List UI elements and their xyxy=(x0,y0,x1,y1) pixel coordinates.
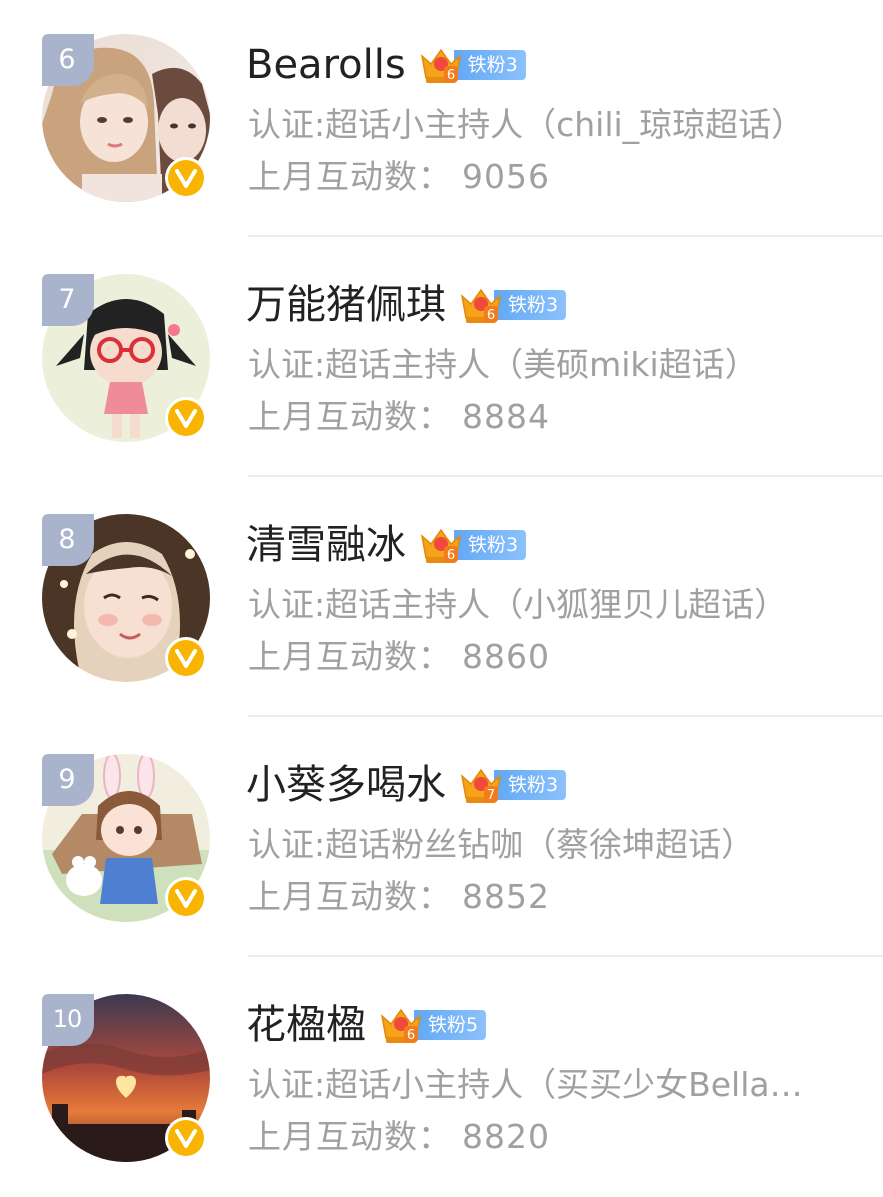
svg-text:6: 6 xyxy=(487,308,495,323)
fan-badge-label: 铁粉3 xyxy=(494,770,567,800)
svg-text:6: 6 xyxy=(447,68,455,83)
list-item-rank-6[interactable]: 6 Bearolls 6 铁粉3 认证:超话小主持人（chili_琼琼超话） 上… xyxy=(0,0,883,240)
interaction-count: 8852 xyxy=(462,877,550,916)
fan-level-badge: 6 铁粉3 xyxy=(418,524,527,566)
interaction-stat: 上月互动数： 8852 xyxy=(248,875,550,919)
fan-ranking-list: 6 Bearolls 6 铁粉3 认证:超话小主持人（chili_琼琼超话） 上… xyxy=(0,0,883,1197)
svg-text:7: 7 xyxy=(487,788,495,803)
rank-badge: 7 xyxy=(42,274,94,326)
stat-label: 上月互动数： xyxy=(248,1117,452,1156)
fan-level-badge: 6 铁粉5 xyxy=(378,1004,487,1046)
rank-badge: 8 xyxy=(42,514,94,566)
fan-level-badge: 7 铁粉3 xyxy=(458,764,567,806)
stat-label: 上月互动数： xyxy=(248,637,452,676)
certification-text: 认证:超话小主持人（chili_琼琼超话） xyxy=(248,105,805,144)
stat-label: 上月互动数： xyxy=(248,877,452,916)
interaction-count: 9056 xyxy=(462,157,550,196)
verified-v-icon xyxy=(164,636,208,680)
certification-text: 认证:超话小主持人（买买少女Bella… xyxy=(248,1065,803,1104)
list-item-rank-9[interactable]: 9 小葵多喝水 7 铁粉3 认证:超话粉丝钻咖（蔡徐坤超话） 上月互动数： 88… xyxy=(0,720,883,960)
user-name[interactable]: 万能猪佩琪 xyxy=(246,280,446,330)
divider xyxy=(248,475,883,477)
crown-level-icon: 6 xyxy=(458,284,504,326)
interaction-stat: 上月互动数： 8884 xyxy=(248,395,550,439)
svg-text:6: 6 xyxy=(447,548,455,563)
interaction-stat: 上月互动数： 8820 xyxy=(248,1115,550,1159)
verified-v-icon xyxy=(164,156,208,200)
rank-badge: 9 xyxy=(42,754,94,806)
fan-badge-label: 铁粉3 xyxy=(454,530,527,560)
list-item-rank-7[interactable]: 7 万能猪佩琪 6 铁粉3 认证:超话主持人（美硕miki超话） 上月互动数： … xyxy=(0,240,883,480)
fan-level-badge: 6 铁粉3 xyxy=(418,45,526,85)
user-name[interactable]: 花楹楹 xyxy=(246,1000,366,1050)
rank-badge: 10 xyxy=(42,994,94,1046)
svg-text:6: 6 xyxy=(407,1028,415,1043)
certification-text: 认证:超话主持人（美硕miki超话） xyxy=(248,345,758,384)
fan-badge-label: 铁粉3 xyxy=(453,50,526,80)
crown-level-icon: 6 xyxy=(418,524,464,566)
fan-badge-label: 铁粉3 xyxy=(494,290,567,320)
interaction-count: 8860 xyxy=(462,637,550,676)
divider xyxy=(248,235,883,237)
stat-label: 上月互动数： xyxy=(248,397,452,436)
crown-level-icon: 6 xyxy=(418,44,464,86)
interaction-stat: 上月互动数： 8860 xyxy=(248,635,550,679)
interaction-count: 8820 xyxy=(462,1117,550,1156)
divider xyxy=(248,715,883,717)
divider xyxy=(248,955,883,957)
verified-v-icon xyxy=(164,876,208,920)
list-item-rank-10[interactable]: 10 花楹楹 6 铁粉5 认证:超话小主持人（买买少女Bella… 上月互动数：… xyxy=(0,960,883,1197)
rank-badge: 6 xyxy=(42,34,94,86)
certification-text: 认证:超话粉丝钻咖（蔡徐坤超话） xyxy=(248,825,755,864)
fan-badge-label: 铁粉5 xyxy=(414,1010,487,1040)
user-name[interactable]: 清雪融冰 xyxy=(246,520,406,570)
user-name[interactable]: Bearolls xyxy=(246,40,406,90)
stat-label: 上月互动数： xyxy=(248,157,452,196)
fan-level-badge: 6 铁粉3 xyxy=(458,284,567,326)
crown-level-icon: 7 xyxy=(458,764,504,806)
list-item-rank-8[interactable]: 8 清雪融冰 6 铁粉3 认证:超话主持人（小狐狸贝儿超话） 上月互动数： 88… xyxy=(0,480,883,720)
verified-v-icon xyxy=(164,396,208,440)
verified-v-icon xyxy=(164,1116,208,1160)
certification-text: 认证:超话主持人（小狐狸贝儿超话） xyxy=(248,585,788,624)
crown-level-icon: 6 xyxy=(378,1004,424,1046)
user-name[interactable]: 小葵多喝水 xyxy=(246,760,446,810)
interaction-count: 8884 xyxy=(462,397,550,436)
interaction-stat: 上月互动数： 9056 xyxy=(248,155,550,199)
